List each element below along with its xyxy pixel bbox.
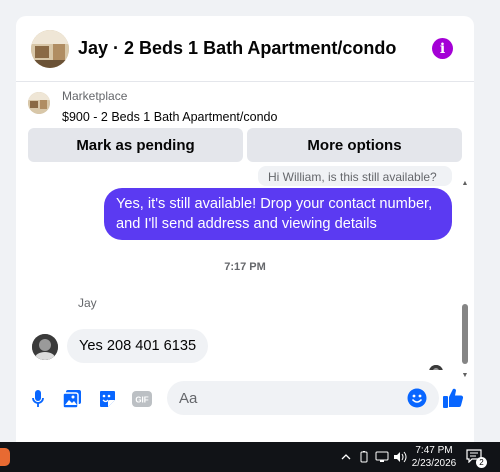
scroll-up-arrow[interactable]: ▲ [460, 180, 470, 188]
clock-time: 7:47 PM [415, 445, 453, 456]
thumbs-up-icon[interactable] [441, 386, 465, 410]
scroll-thumb[interactable] [462, 304, 468, 364]
sticker-icon[interactable] [96, 388, 118, 410]
battery-icon[interactable] [357, 450, 371, 464]
listing-price-title: $900 - 2 Beds 1 Bath Apartment/condo [62, 110, 278, 124]
message-input[interactable] [167, 381, 397, 415]
reply-preview: Hi William, is this still available? [258, 166, 452, 186]
photo-icon[interactable] [61, 388, 83, 410]
mark-as-pending-button[interactable]: Mark as pending [28, 128, 243, 162]
gif-label: GIF [135, 396, 148, 405]
message-input-box[interactable] [167, 381, 439, 415]
listing-thumbnail [28, 92, 50, 114]
listing-actions: Mark as pending More options [28, 128, 462, 162]
listing-avatar[interactable] [31, 29, 69, 68]
os-taskbar: 7:47 PM 2/23/2026 2 [0, 442, 500, 472]
message-composer: GIF [16, 378, 474, 424]
chevron-up-icon[interactable] [339, 450, 353, 464]
chat-header: Jay · 2 Beds 1 Bath Apartment/condo i [16, 16, 474, 82]
message-scrollbar[interactable]: ▲ ▼ [460, 180, 470, 380]
message-list: Hi William, is this still available? Yes… [16, 166, 474, 370]
clock-date: 2/23/2026 [411, 458, 457, 469]
sender-avatar[interactable] [32, 334, 58, 360]
taskbar-app-icon[interactable] [0, 448, 10, 466]
chat-window: Jay · 2 Beds 1 Bath Apartment/condo i Ma… [16, 16, 474, 442]
volume-icon[interactable] [393, 450, 407, 464]
sender-name: Jay [78, 296, 97, 310]
microphone-icon[interactable] [27, 388, 49, 410]
outgoing-message[interactable]: Yes, it's still available! Drop your con… [104, 188, 452, 240]
listing-source: Marketplace [62, 89, 128, 103]
notification-count-badge: 2 [476, 457, 487, 468]
network-icon[interactable] [375, 450, 389, 464]
taskbar-clock[interactable]: 7:47 PM 2/23/2026 [408, 444, 460, 470]
seen-indicator-avatar [429, 365, 443, 370]
emoji-icon[interactable] [407, 388, 427, 408]
gif-icon[interactable]: GIF [131, 388, 153, 410]
incoming-message[interactable]: Yes 208 401 6135 [67, 329, 209, 363]
message-timestamp: 7:17 PM [224, 261, 266, 273]
chat-title: Jay · 2 Beds 1 Bath Apartment/condo [78, 38, 397, 58]
info-icon[interactable]: i [432, 38, 453, 59]
more-options-button[interactable]: More options [247, 128, 462, 162]
